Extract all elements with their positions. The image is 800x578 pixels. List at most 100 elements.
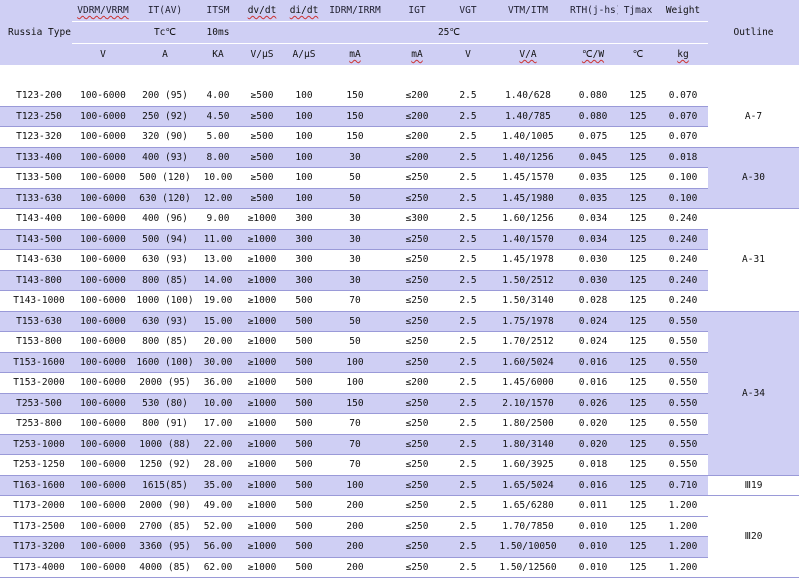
value-cell: ≥500 [240,167,284,189]
value-cell: 35.00 [196,475,240,496]
table-row: T253-1250 100-6000 1250 (92) 28.00 ≥1000 500 7… [0,454,799,476]
value-cell: 10.00 [196,393,240,414]
value-cell: 1.65/5024 [488,475,568,496]
value-cell: 100-6000 [72,495,134,517]
value-cell: 1.50/12560 [488,557,568,578]
value-cell: 200 [324,536,386,558]
value-cell: 0.550 [658,454,708,476]
table-row: T153-630 100-6000 630 (93) 15.00 ≥1000 500 50 ≤… [0,311,799,476]
value-cell: 150 [324,86,386,107]
value-cell: ≤250 [386,167,448,189]
value-cell: 2.5 [448,475,488,496]
model-cell: T153-630 [0,311,72,332]
blank-cell [658,21,708,44]
value-cell: 11.00 [196,229,240,250]
table-body: T123-200 100-6000 200 (95) 4.00 ≥500 100 150 ≤2… [0,86,799,578]
value-cell: 1.60/3925 [488,454,568,476]
value-cell: ≥1000 [240,311,284,332]
value-cell: ≤250 [386,557,448,578]
value-cell: 150 [324,126,386,148]
table-row: T143-500 100-6000 500 (94) 11.00 ≥1000 300 30 ≤… [0,229,799,250]
value-cell: 0.018 [568,454,618,476]
value-cell: ≥500 [240,86,284,107]
value-cell: 125 [618,249,658,271]
value-cell: 100-6000 [72,557,134,578]
value-cell: 125 [618,352,658,373]
value-cell: 0.026 [568,393,618,414]
value-cell: 0.070 [658,106,708,127]
col-header-rth: RTH(j-hs) [568,0,618,22]
unit-cell: V/μS [240,43,284,66]
value-cell: ≥500 [240,188,284,209]
table-row: T143-400 100-6000 400 (96) 9.00 ≥1000 300 30 ≤3… [0,208,799,312]
value-cell: 125 [618,311,658,332]
unit-cell: A [134,43,196,66]
value-cell: 0.016 [568,352,618,373]
value-cell: 125 [618,147,658,168]
value-cell: 20.00 [196,331,240,353]
value-cell: 200 (95) [134,86,196,107]
value-cell: 1615(85) [134,475,196,496]
model-cell: T253-800 [0,413,72,435]
value-cell: 630 (93) [134,311,196,332]
value-cell: 0.024 [568,331,618,353]
value-cell: 0.550 [658,393,708,414]
value-cell: 100 [284,86,324,107]
value-cell: 2.5 [448,393,488,414]
value-cell: ≥1000 [240,536,284,558]
thyristor-spec-table: Russia Type VDRM/VRRM IT(AV) ITSM dv/dt … [0,0,799,578]
value-cell: 125 [618,536,658,558]
value-cell: 500 (120) [134,167,196,189]
model-cell: T133-630 [0,188,72,209]
col-header-vgt: VGT [448,0,488,22]
value-cell: 100-6000 [72,413,134,435]
value-cell: 100-6000 [72,311,134,332]
value-cell: 30 [324,147,386,168]
value-cell: 1.65/6280 [488,495,568,517]
col-header-idrm: IDRM/IRRM [324,0,386,22]
value-cell: ≤250 [386,270,448,291]
value-cell: 500 [284,475,324,496]
value-cell: 8.00 [196,147,240,168]
value-cell: 0.240 [658,249,708,271]
value-cell: 50 [324,311,386,332]
value-cell: ≤250 [386,229,448,250]
value-cell: 100 [324,352,386,373]
value-cell: 500 [284,495,324,517]
value-cell: ≥500 [240,147,284,168]
value-cell: 530 (80) [134,393,196,414]
value-cell: 500 [284,372,324,394]
model-cell: T143-800 [0,270,72,291]
value-cell: 0.080 [568,106,618,127]
value-cell: 28.00 [196,454,240,476]
model-cell: T173-4000 [0,557,72,578]
value-cell: 1600 (100) [134,352,196,373]
value-cell: 100-6000 [72,208,134,230]
value-cell: ≤250 [386,352,448,373]
value-cell: 100-6000 [72,475,134,496]
value-cell: 125 [618,208,658,230]
value-cell: 125 [618,167,658,189]
table-row: T123-320 100-6000 320 (90) 5.00 ≥500 100 150 ≤2… [0,126,799,148]
value-cell: 100-6000 [72,352,134,373]
model-cell: T123-320 [0,126,72,148]
value-cell: 300 [284,249,324,271]
model-cell: T253-1000 [0,434,72,455]
value-cell: ≤250 [386,454,448,476]
unit-cell: A/μS [284,43,324,66]
value-cell: 2.5 [448,516,488,537]
table-row: T133-500 100-6000 500 (120) 10.00 ≥500 100 50 ≤… [0,167,799,189]
value-cell: 14.00 [196,270,240,291]
value-cell: 125 [618,454,658,476]
value-cell: 125 [618,372,658,394]
value-cell: 1.70/2512 [488,331,568,353]
tc-label: Tc℃ [134,21,196,44]
value-cell: 1.70/7850 [488,516,568,537]
value-cell: 1.200 [658,536,708,558]
value-cell: 0.010 [568,557,618,578]
value-cell: 100-6000 [72,126,134,148]
value-cell: 0.034 [568,208,618,230]
value-cell: 2.5 [448,167,488,189]
value-cell: 9.00 [196,208,240,230]
value-cell: 500 [284,331,324,353]
